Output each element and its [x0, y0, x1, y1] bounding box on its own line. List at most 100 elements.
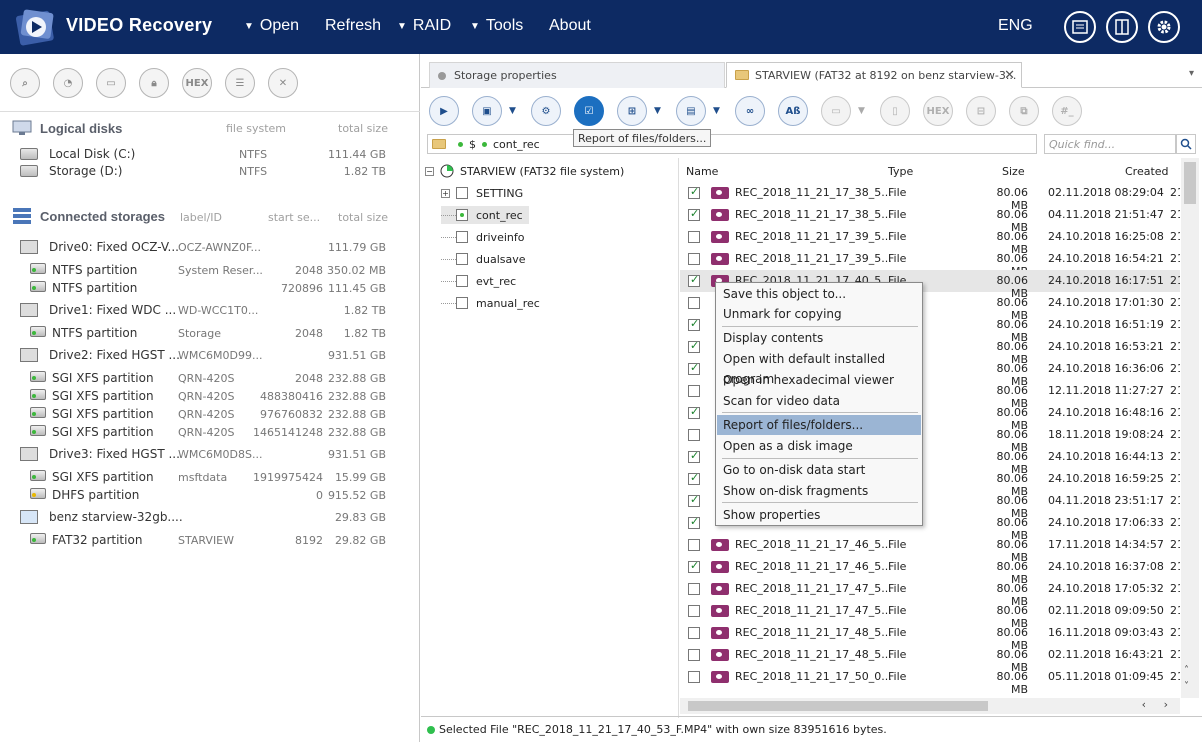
table-row[interactable]: REC_2018_11_21_17_47_5... File 80.06 MB 24.…: [680, 578, 1180, 608]
row-checkbox[interactable]: [688, 627, 700, 639]
lock-button[interactable]: 🔒︎: [139, 68, 169, 98]
column-type[interactable]: Type: [888, 162, 913, 182]
table-row[interactable]: REC_2018_11_21_17_46_5...File80.06 MB24.…: [680, 556, 1180, 586]
hash-button[interactable]: #_: [1052, 96, 1082, 126]
scroll-down-icon[interactable]: ˅: [1184, 681, 1189, 692]
partition-item[interactable]: DHFS partition 0 915.52 GB: [30, 486, 400, 504]
copy-button[interactable]: ⧉: [1009, 96, 1039, 126]
quick-find-input[interactable]: Quick find...: [1044, 134, 1176, 154]
columns-button[interactable]: ▤: [676, 96, 706, 126]
report-button[interactable]: ☑: [574, 96, 604, 126]
row-checkbox[interactable]: [688, 231, 700, 243]
row-checkbox[interactable]: [688, 493, 700, 507]
row-checkbox[interactable]: [688, 583, 700, 595]
preview-button[interactable]: ▶: [429, 96, 459, 126]
collapse-icon[interactable]: −: [425, 166, 434, 176]
row-checkbox[interactable]: [688, 559, 700, 573]
image-dropdown-icon[interactable]: ▼: [858, 106, 865, 116]
row-checkbox[interactable]: [688, 649, 700, 661]
panels-button[interactable]: [1106, 11, 1138, 43]
scroll-up-icon[interactable]: ˄: [1184, 665, 1189, 676]
menu-item-report[interactable]: Report of files/folders...: [717, 415, 921, 435]
row-checkbox[interactable]: [688, 185, 700, 199]
row-checkbox[interactable]: [688, 207, 700, 221]
row-checkbox[interactable]: [688, 253, 700, 265]
menu-item-display-contents[interactable]: Display contents: [717, 328, 921, 348]
column-name[interactable]: Name: [686, 162, 718, 182]
find-button[interactable]: ∞: [735, 96, 765, 126]
disk-map-button[interactable]: ⊟: [966, 96, 996, 126]
zoom-button[interactable]: ⌕: [10, 68, 40, 98]
columns-dropdown-icon[interactable]: ▼: [713, 106, 720, 116]
partition-item[interactable]: SGI XFS partition QRN-420S 488380416 232.88…: [30, 387, 400, 405]
menu-item-unmark[interactable]: Unmark for copying: [717, 304, 921, 324]
menu-raid[interactable]: ▼ RAID: [397, 17, 451, 35]
menu-refresh[interactable]: Refresh: [325, 17, 381, 35]
tab-list-icon[interactable]: ▾: [1189, 68, 1194, 79]
storage-device-item[interactable]: Drive1: Fixed WDC ... WD-WCC1T0... 1.82 TB: [20, 301, 400, 319]
partition-item[interactable]: NTFS partition 720896 111.45 GB: [30, 279, 400, 297]
column-created[interactable]: Created: [1125, 162, 1169, 182]
tree-folder-item[interactable]: manual_rec: [441, 294, 540, 312]
table-row[interactable]: REC_2018_11_21_17_39_5...File80.06 MB24.…: [680, 248, 1180, 278]
tab-starview[interactable]: STARVIEW (FAT32 at 8192 on benz starview…: [726, 62, 1022, 88]
language-selector[interactable]: ENG: [998, 17, 1033, 35]
quick-find-button[interactable]: [1176, 134, 1196, 154]
tree-folder-item[interactable]: driveinfo: [441, 228, 524, 246]
logical-disk-item[interactable]: Storage (D:) NTFS 1.82 TB: [20, 162, 400, 180]
row-checkbox[interactable]: [688, 449, 700, 463]
table-row[interactable]: REC_2018_11_21_17_47_5... File 80.06 MB 02.…: [680, 600, 1180, 630]
path-folder[interactable]: cont_rec: [493, 138, 540, 151]
table-row[interactable]: REC_2018_11_21_17_46_5... File 80.06 MB 17.…: [680, 534, 1180, 564]
menu-item-show-fragments[interactable]: Show on-disk fragments: [717, 481, 921, 501]
row-checkbox[interactable]: [688, 339, 700, 353]
storage-device-item[interactable]: Drive3: Fixed HGST ... WMC6M0D8S... 931.51…: [20, 445, 400, 463]
partition-item[interactable]: SGI XFS partition QRN-420S 976760832 232.88…: [30, 405, 400, 423]
partition-item[interactable]: FAT32 partition STARVIEW 8192 29.82 GB: [30, 531, 400, 549]
horizontal-scrollbar[interactable]: ‹ ›: [680, 698, 1180, 714]
row-checkbox[interactable]: [688, 405, 700, 419]
menu-item-open-disk-image[interactable]: Open as a disk image: [717, 436, 921, 456]
partition-item[interactable]: SGI XFS partition msftdata 1919975424 15.99…: [30, 468, 400, 486]
path-root[interactable]: $: [469, 138, 476, 151]
tree-folder-item[interactable]: + SETTING: [441, 184, 523, 202]
vertical-scrollbar[interactable]: ˄ ˅: [1181, 158, 1199, 698]
row-checkbox[interactable]: [688, 471, 700, 485]
row-checkbox[interactable]: [688, 273, 700, 287]
menu-item-open-default[interactable]: Open with default installed program: [717, 349, 921, 386]
menu-item-go-to-data-start[interactable]: Go to on-disk data start: [717, 460, 921, 480]
view-dropdown-icon[interactable]: ▼: [654, 106, 661, 116]
storage-device-item[interactable]: Drive0: Fixed OCZ-V... OCZ-AWNZ0F... 111.7…: [20, 238, 400, 256]
settings-button[interactable]: [1148, 11, 1180, 43]
scroll-thumb[interactable]: [688, 701, 988, 711]
menu-item-open-hex[interactable]: Open in hexadecimal viewer: [717, 370, 921, 390]
row-checkbox[interactable]: [688, 539, 700, 551]
row-checkbox[interactable]: [688, 671, 700, 683]
close-button[interactable]: ✕: [268, 68, 298, 98]
table-row[interactable]: REC_2018_11_21_17_38_5...File80.06 MB02.…: [680, 182, 1180, 212]
table-row[interactable]: REC_2018_11_21_17_48_5... File 80.06 MB 02.…: [680, 644, 1180, 674]
tab-storage-properties[interactable]: Storage properties: [429, 62, 725, 88]
save-dropdown-icon[interactable]: ▼: [509, 106, 516, 116]
list-button[interactable]: ☰: [225, 68, 255, 98]
menu-about[interactable]: About: [549, 17, 591, 35]
row-checkbox[interactable]: [688, 297, 700, 309]
document-button[interactable]: ▯: [880, 96, 910, 126]
partition-item[interactable]: SGI XFS partition QRN-420S 2048 232.88 GB: [30, 369, 400, 387]
row-checkbox[interactable]: [688, 385, 700, 397]
menu-tools[interactable]: ▼ Tools: [470, 17, 523, 35]
tree-folder-item[interactable]: dualsave: [441, 250, 526, 268]
scroll-left-icon[interactable]: ‹: [1142, 698, 1146, 711]
scroll-right-icon[interactable]: ›: [1164, 698, 1168, 711]
table-row[interactable]: REC_2018_11_21_17_48_5... File 80.06 MB 16.…: [680, 622, 1180, 652]
row-checkbox[interactable]: [688, 515, 700, 529]
row-checkbox[interactable]: [688, 429, 700, 441]
row-checkbox[interactable]: [688, 605, 700, 617]
menu-item-scan-video[interactable]: Scan for video data: [717, 391, 921, 411]
storage-device-item[interactable]: Drive2: Fixed HGST ... WMC6M0D99... 931.51…: [20, 346, 400, 364]
storage-device-item[interactable]: benz starview-32gb.... 29.83 GB: [20, 508, 400, 526]
hex-button[interactable]: HEX: [182, 68, 212, 98]
tree-folder-item[interactable]: cont_rec: [441, 206, 529, 224]
tab-close-icon[interactable]: ✕: [1004, 68, 1015, 83]
image-button[interactable]: ▭: [821, 96, 851, 126]
